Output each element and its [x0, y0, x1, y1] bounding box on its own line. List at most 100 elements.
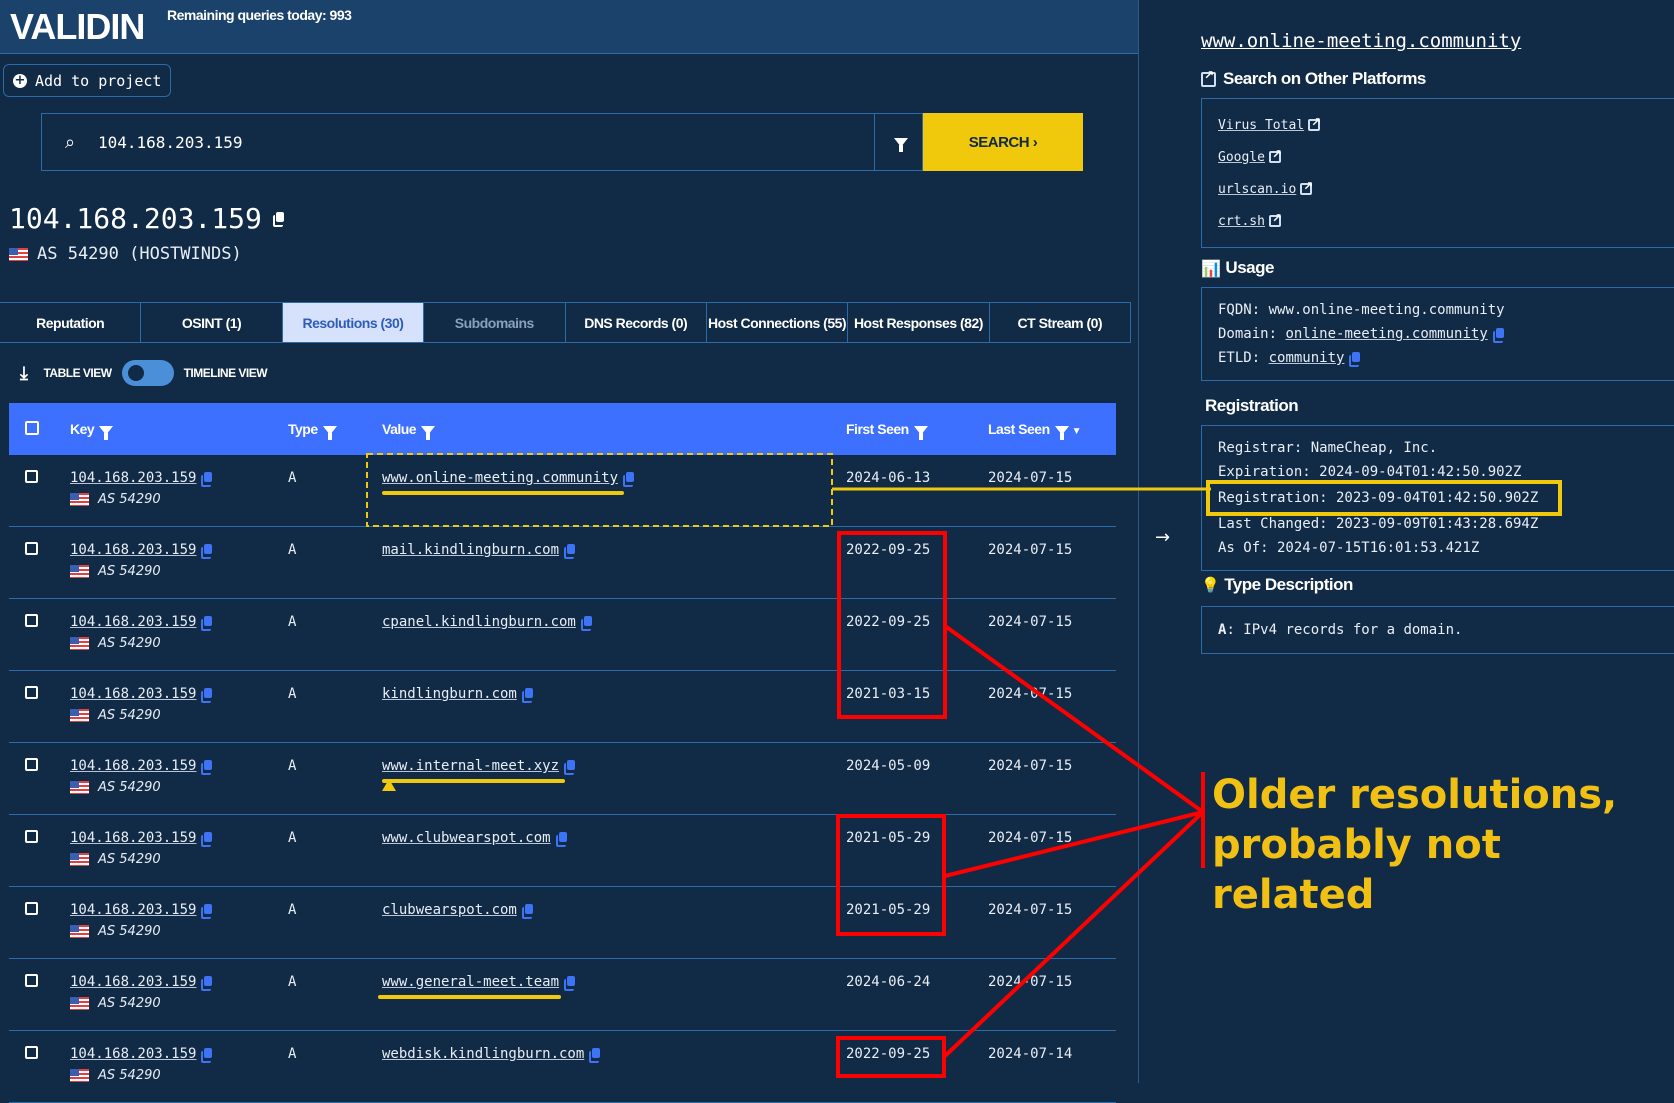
key-link[interactable]: 104.168.203.159 — [70, 902, 196, 918]
row-checkbox[interactable] — [25, 542, 38, 555]
key-link[interactable]: 104.168.203.159 — [70, 614, 196, 630]
tab-dns-records[interactable]: DNS Records (0) — [566, 303, 707, 342]
usage-heading: Usage — [1225, 258, 1274, 277]
search-button[interactable]: SEARCH › — [923, 113, 1083, 171]
copy-icon[interactable] — [201, 1047, 213, 1063]
tab-host-responses[interactable]: Host Responses (82) — [848, 303, 990, 342]
column-type[interactable]: Type — [288, 421, 382, 440]
copy-icon[interactable] — [201, 759, 213, 775]
row-checkbox[interactable] — [25, 614, 38, 627]
row-checkbox[interactable] — [25, 974, 38, 987]
view-toggle-row: ⤓ TABLE VIEW TIMELINE VIEW — [20, 358, 268, 388]
value-link[interactable]: webdisk.kindlingburn.com — [382, 1046, 584, 1062]
copy-icon[interactable] — [201, 543, 213, 559]
copy-icon[interactable] — [580, 615, 592, 631]
value-link[interactable]: www.clubwearspot.com — [382, 830, 551, 846]
key-link[interactable]: 104.168.203.159 — [70, 974, 196, 990]
value-link[interactable]: mail.kindlingburn.com — [382, 542, 559, 558]
virus-total-link[interactable]: Virus Total — [1218, 118, 1304, 133]
row-first-seen: 2024-06-13 — [846, 470, 931, 486]
filter-icon — [322, 425, 337, 440]
copy-icon[interactable] — [201, 903, 213, 919]
view-toggle[interactable] — [121, 360, 174, 386]
row-checkbox[interactable] — [25, 830, 38, 843]
copy-icon[interactable] — [521, 903, 533, 919]
subject-title: 104.168.203.159 — [9, 202, 284, 235]
copy-icon[interactable] — [564, 543, 576, 559]
row-checkbox[interactable] — [25, 1046, 38, 1059]
row-first-seen: 2022-09-25 — [846, 614, 931, 630]
row-checkbox[interactable] — [25, 470, 38, 483]
registration-date: Registration: 2023-09-04T01:42:50.902Z — [1206, 480, 1562, 516]
key-link[interactable]: 104.168.203.159 — [70, 830, 196, 846]
download-icon[interactable]: ⤓ — [20, 363, 28, 384]
column-key[interactable]: Key — [70, 421, 288, 440]
copy-icon[interactable] — [201, 615, 213, 631]
row-checkbox[interactable] — [25, 686, 38, 699]
crtsh-link[interactable]: crt.sh — [1218, 214, 1265, 229]
etld-link[interactable]: community — [1269, 350, 1345, 366]
value-link[interactable]: kindlingburn.com — [382, 686, 517, 702]
arrow-right-icon[interactable]: → — [1155, 527, 1170, 548]
row-checkbox[interactable] — [25, 902, 38, 915]
table-header: Key Type Value First Seen Last Seen ▼ — [9, 403, 1116, 455]
domain-link[interactable]: online-meeting.community — [1285, 326, 1487, 342]
tab-bar: Reputation OSINT (1) Resolutions (30) Su… — [0, 302, 1131, 343]
external-link-icon — [1201, 68, 1216, 87]
copy-icon[interactable] — [589, 1047, 601, 1063]
us-flag-icon — [70, 1069, 89, 1082]
value-link[interactable]: www.internal-meet.xyz — [382, 758, 559, 774]
column-first-seen[interactable]: First Seen — [846, 421, 988, 440]
google-link[interactable]: Google — [1218, 150, 1265, 165]
column-value[interactable]: Value — [382, 421, 846, 440]
tab-resolutions[interactable]: Resolutions (30) — [282, 303, 425, 342]
tab-host-connections[interactable]: Host Connections (55) — [707, 303, 849, 342]
filter-button[interactable] — [874, 114, 922, 170]
copy-icon[interactable] — [201, 831, 213, 847]
as-of: As Of: 2024-07-15T16:01:53.421Z — [1218, 540, 1480, 556]
type-description-heading: Type Description — [1224, 575, 1353, 594]
key-link[interactable]: 104.168.203.159 — [70, 542, 196, 558]
value-link[interactable]: cpanel.kindlingburn.com — [382, 614, 576, 630]
copy-icon[interactable] — [201, 975, 213, 991]
type-description-text: : IPv4 records for a domain. — [1226, 622, 1463, 638]
search-input[interactable] — [98, 132, 874, 152]
tab-subdomains[interactable]: Subdomains — [424, 303, 566, 342]
copy-icon[interactable] — [1492, 327, 1504, 343]
platforms-section: Search on Other Platforms Virus Total Go… — [1201, 66, 1674, 248]
row-last-seen: 2024-07-15 — [988, 758, 1073, 774]
selected-domain-title[interactable]: www.online-meeting.community — [1201, 30, 1521, 52]
copy-icon[interactable] — [201, 471, 213, 487]
value-link[interactable]: www.online-meeting.community — [382, 470, 618, 486]
key-link[interactable]: 104.168.203.159 — [70, 686, 196, 702]
copy-icon[interactable] — [623, 471, 635, 487]
key-link[interactable]: 104.168.203.159 — [70, 1046, 196, 1062]
us-flag-icon — [70, 781, 89, 794]
value-link[interactable]: clubwearspot.com — [382, 902, 517, 918]
row-asn: AS 54290 — [98, 564, 161, 579]
usage-section: 📊 Usage FQDN: www.online-meeting.communit… — [1201, 255, 1674, 381]
column-last-seen[interactable]: Last Seen ▼ — [988, 421, 1116, 440]
row-first-seen: 2021-05-29 — [846, 830, 931, 846]
copy-icon[interactable] — [521, 687, 533, 703]
select-all-checkbox[interactable] — [25, 420, 39, 435]
validin-logo[interactable]: VALIDIN — [10, 6, 145, 48]
copy-icon[interactable] — [564, 975, 576, 991]
plus-circle-icon: + — [13, 72, 27, 88]
copy-icon[interactable] — [272, 212, 284, 227]
urlscan-link[interactable]: urlscan.io — [1218, 182, 1296, 197]
platforms-heading: Search on Other Platforms — [1223, 69, 1426, 88]
copy-icon[interactable] — [564, 759, 576, 775]
value-link[interactable]: www.general-meet.team — [382, 974, 559, 990]
timeline-view-label: TIMELINE VIEW — [183, 366, 268, 380]
copy-icon[interactable] — [201, 687, 213, 703]
copy-icon[interactable] — [555, 831, 567, 847]
tab-osint[interactable]: OSINT (1) — [141, 303, 283, 342]
add-to-project-button[interactable]: + Add to project — [3, 64, 172, 97]
copy-icon[interactable] — [1349, 351, 1361, 367]
tab-ct-stream[interactable]: CT Stream (0) — [990, 303, 1131, 342]
tab-reputation[interactable]: Reputation — [0, 303, 142, 342]
key-link[interactable]: 104.168.203.159 — [70, 758, 196, 774]
key-link[interactable]: 104.168.203.159 — [70, 470, 196, 486]
row-checkbox[interactable] — [25, 758, 38, 771]
